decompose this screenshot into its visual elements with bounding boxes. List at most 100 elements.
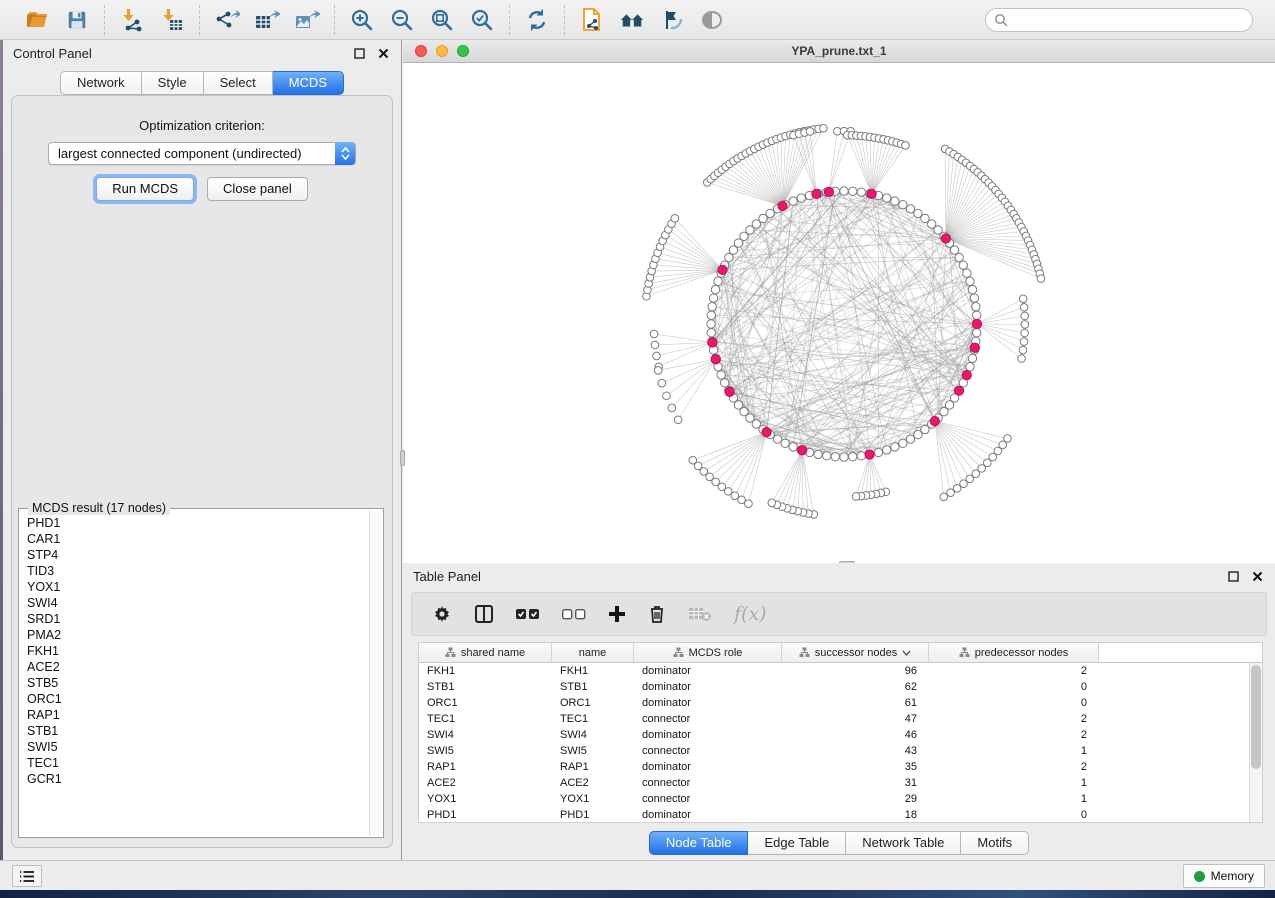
graph-node[interactable] [711,285,719,293]
table-settings-icon[interactable] [432,601,452,627]
mcds-result-item[interactable]: STB1 [27,723,369,739]
table-cell[interactable]: SWI5 [419,743,552,759]
float-panel-icon[interactable] [351,45,367,61]
table-cell[interactable]: ORC1 [552,695,634,711]
graph-node[interactable] [650,330,658,338]
tab-mcds[interactable]: MCDS [273,71,344,95]
graph-node[interactable] [1021,321,1029,329]
column-header-predecessor-nodes[interactable]: predecessor nodes [929,643,1099,662]
mcds-node[interactable] [867,189,876,198]
graph-node[interactable] [789,197,797,205]
graph-node[interactable] [654,367,662,375]
table-cell[interactable]: dominator [634,695,782,711]
mcds-result-item[interactable]: STP4 [27,547,369,563]
mcds-result-item[interactable]: GCR1 [27,771,369,787]
mcds-result-item[interactable]: CAR1 [27,531,369,547]
graph-node[interactable] [806,128,814,136]
graph-node[interactable] [668,404,676,412]
table-cell[interactable]: 2 [929,727,1099,743]
mcds-result-item[interactable]: RAP1 [27,707,369,723]
mcds-result-item[interactable]: SWI4 [27,595,369,611]
mcds-result-item[interactable]: TID3 [27,563,369,579]
graph-node[interactable] [899,201,907,209]
graph-node[interactable] [968,285,976,293]
mcds-result-item[interactable]: YOX1 [27,579,369,595]
graph-node[interactable] [891,443,899,451]
mcds-node[interactable] [812,189,821,198]
mcds-result-item[interactable]: ACE2 [27,659,369,675]
table-row[interactable]: TEC1TEC1connector472 [419,711,1249,727]
graph-node[interactable] [902,142,910,150]
result-list-scrollbar[interactable] [369,510,382,836]
import-table-icon[interactable] [159,7,185,33]
graph-node[interactable] [959,261,967,269]
mcds-node[interactable] [798,446,807,455]
table-cell[interactable]: 0 [929,679,1099,695]
deselect-all-icon[interactable] [562,601,586,627]
table-row[interactable]: ACE2ACE2connector311 [419,775,1249,791]
table-cell[interactable]: YOX1 [419,791,552,807]
graph-node[interactable] [725,253,733,261]
mcds-node[interactable] [778,201,787,210]
table-cell[interactable]: TEC1 [419,711,552,727]
mcds-node[interactable] [941,234,950,243]
table-cell[interactable]: SWI4 [419,727,552,743]
table-cell[interactable]: YOX1 [552,791,634,807]
optimization-criterion-select[interactable]: largest connected component (undirected) [48,142,356,165]
tab-node-table[interactable]: Node Table [649,831,749,855]
table-cell[interactable]: 61 [782,695,929,711]
table-row[interactable]: RAP1RAP1dominator352 [419,759,1249,775]
graph-node[interactable] [653,352,661,360]
table-row[interactable]: YOX1YOX1connector291 [419,791,1249,807]
graph-node[interactable] [950,246,958,254]
graph-node[interactable] [671,214,679,222]
table-row[interactable]: ORC1ORC1dominator610 [419,695,1249,711]
delete-column-icon[interactable] [648,601,666,627]
zoom-fit-icon[interactable] [429,7,455,33]
table-cell[interactable]: 1 [929,743,1099,759]
graph-node[interactable] [1021,329,1029,337]
table-cell[interactable]: 29 [782,791,929,807]
table-cell[interactable]: ACE2 [552,775,634,791]
mcds-node[interactable] [930,417,939,426]
graph-node[interactable] [831,453,839,461]
graph-node[interactable] [940,493,948,501]
import-network-icon[interactable] [119,7,145,33]
graph-node[interactable] [857,452,865,460]
table-cell[interactable]: STB1 [552,679,634,695]
table-cell[interactable]: PHD1 [552,807,634,822]
table-cell[interactable]: 62 [782,679,929,695]
table-cell[interactable]: 31 [782,775,929,791]
graph-node[interactable] [914,430,922,438]
run-mcds-button[interactable]: Run MCDS [96,177,194,201]
graph-node[interactable] [966,363,974,371]
graph-node[interactable] [1018,355,1026,363]
show-columns-icon[interactable] [474,601,494,627]
table-cell[interactable]: ORC1 [419,695,552,711]
table-cell[interactable]: RAP1 [552,759,634,775]
refresh-icon[interactable] [524,7,550,33]
add-column-icon[interactable] [608,601,626,627]
graph-node[interactable] [663,392,671,400]
graph-node[interactable] [721,379,729,387]
table-cell[interactable]: 46 [782,727,929,743]
graph-node[interactable] [689,456,697,464]
mcds-node[interactable] [725,387,734,396]
graph-node[interactable] [789,443,797,451]
column-header-name[interactable]: name [552,643,634,662]
graph-node[interactable] [1019,346,1027,354]
column-header-successor-nodes[interactable]: successor nodes [782,643,929,662]
graph-node[interactable] [708,302,716,310]
graph-node[interactable] [883,194,891,202]
graph-node[interactable] [973,328,981,336]
table-cell[interactable]: RAP1 [419,759,552,775]
graph-node[interactable] [857,188,865,196]
graph-node[interactable] [714,277,722,285]
graph-node[interactable] [658,379,666,387]
graph-node[interactable] [1037,275,1045,283]
graph-node[interactable] [820,124,828,132]
task-history-button[interactable] [12,865,42,887]
search-box[interactable] [985,8,1253,32]
mcds-node[interactable] [824,187,833,196]
graph-node[interactable] [1021,312,1029,320]
